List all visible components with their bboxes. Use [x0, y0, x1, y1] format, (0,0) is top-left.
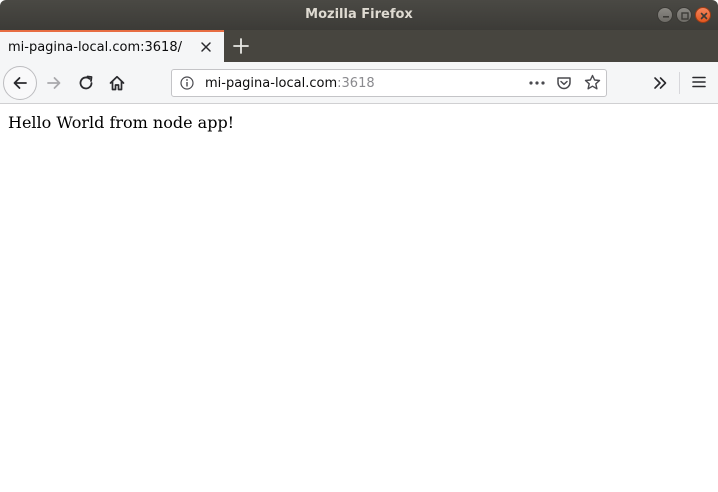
- reload-icon[interactable]: [77, 74, 95, 92]
- hamburger-menu-icon[interactable]: [692, 75, 706, 89]
- toolbar-separator: [679, 72, 680, 94]
- close-window-button[interactable]: [695, 7, 711, 23]
- page-content: Hello World from node app!: [0, 104, 718, 492]
- page-body-text: Hello World from node app!: [8, 113, 235, 132]
- close-icon: [700, 12, 708, 20]
- tab-active[interactable]: mi-pagina-local.com:3618/: [0, 30, 224, 62]
- minimize-button[interactable]: [657, 7, 673, 23]
- arrow-right-icon[interactable]: [45, 74, 63, 92]
- window-titlebar: Mozilla Firefox: [0, 0, 718, 30]
- navigation-toolbar: mi-pagina-local.com:3618: [0, 62, 718, 104]
- info-icon[interactable]: [180, 76, 194, 90]
- pocket-icon[interactable]: [556, 75, 572, 91]
- new-tab-icon[interactable]: [232, 37, 250, 55]
- address-bar[interactable]: mi-pagina-local.com:3618: [171, 69, 607, 97]
- url-port: :3618: [337, 76, 375, 91]
- home-icon[interactable]: [108, 74, 126, 92]
- maximize-icon: [681, 12, 689, 20]
- tab-title: mi-pagina-local.com:3618/: [8, 40, 182, 55]
- close-tab-icon[interactable]: [199, 40, 213, 54]
- window-title: Mozilla Firefox: [305, 7, 413, 22]
- url-host: mi-pagina-local.com: [205, 76, 338, 91]
- back-button[interactable]: [3, 66, 37, 100]
- chevron-double-right-icon[interactable]: [652, 75, 668, 91]
- ellipsis-icon[interactable]: [528, 76, 546, 90]
- star-icon[interactable]: [584, 74, 601, 91]
- tab-strip: mi-pagina-local.com:3618/: [0, 30, 718, 62]
- maximize-button[interactable]: [676, 7, 692, 23]
- url-text[interactable]: mi-pagina-local.com:3618: [205, 76, 375, 91]
- minimize-icon: [663, 16, 669, 18]
- arrow-left-icon: [13, 77, 27, 89]
